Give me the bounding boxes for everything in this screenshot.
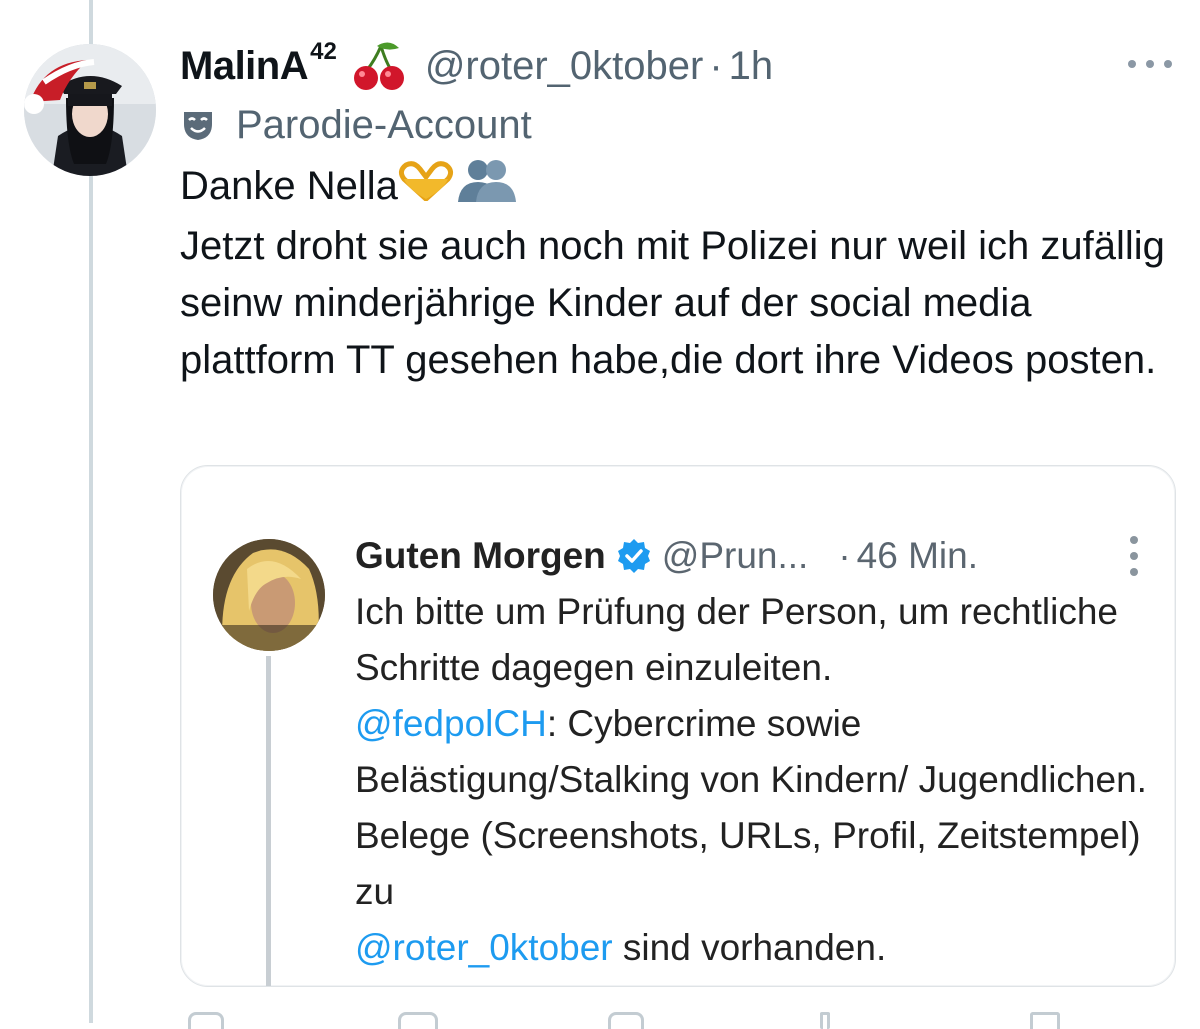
author-handle[interactable]: @roter_0ktober [425, 44, 704, 89]
heart-hands-icon [398, 160, 454, 217]
mention-fedpolch[interactable]: @fedpolCH [355, 703, 547, 744]
tweet-timestamp[interactable]: 1h [729, 44, 774, 89]
tweet-text-body: Jetzt droht sie auch noch mit Polizei nu… [180, 224, 1177, 383]
people-hugging-icon [454, 158, 518, 218]
parody-label-text: Parodie-Account [236, 102, 532, 147]
quoted-author-avatar[interactable] [213, 539, 325, 651]
quoted-author-name[interactable]: Guten Morgen [355, 535, 606, 577]
quoted-more-icon[interactable] [1129, 536, 1139, 576]
retweet-icon[interactable] [398, 1012, 438, 1029]
header-separator: · [709, 43, 723, 88]
reply-icon[interactable] [188, 1012, 224, 1029]
quoted-tweet-header: Guten Morgen @Prun... · 46 Min. [355, 530, 978, 582]
quoted-thread-line [266, 656, 271, 986]
cherry-icon [351, 40, 407, 92]
parody-mask-icon [184, 112, 212, 140]
more-icon[interactable] [1128, 52, 1172, 76]
action-bar [180, 1006, 1080, 1029]
tweet-text: Danke Nella Jetzt droht sie auch noch mi… [180, 158, 1170, 389]
bookmark-icon[interactable] [1030, 1012, 1060, 1029]
author-name-superscript: 42 [310, 38, 337, 65]
mention-roter-oktober[interactable]: @roter_0ktober [355, 927, 613, 968]
quoted-tweet-text: Ich bitte um Prüfung der Person, um rech… [355, 584, 1155, 976]
verified-badge-icon [617, 539, 650, 573]
tweet-text-line1: Danke Nella [180, 164, 398, 208]
tweet-header: MalinA 42 @roter_0ktober · 1h [180, 38, 773, 94]
quoted-timestamp[interactable]: 46 Min. [857, 535, 978, 577]
quoted-tweet-card[interactable]: Guten Morgen @Prun... · 46 Min. Ich bitt… [180, 465, 1176, 987]
views-icon[interactable] [820, 1012, 830, 1029]
quoted-text-part1: Ich bitte um Prüfung der Person, um rech… [355, 591, 1118, 688]
author-avatar[interactable] [24, 44, 156, 176]
like-icon[interactable] [608, 1012, 644, 1029]
parody-label: Parodie-Account [180, 100, 532, 150]
quoted-header-separator: · [838, 535, 851, 576]
quoted-author-handle[interactable]: @Prun... [662, 535, 809, 577]
quoted-text-part3: sind vorhanden. [612, 927, 887, 968]
author-name[interactable]: MalinA [180, 44, 309, 89]
